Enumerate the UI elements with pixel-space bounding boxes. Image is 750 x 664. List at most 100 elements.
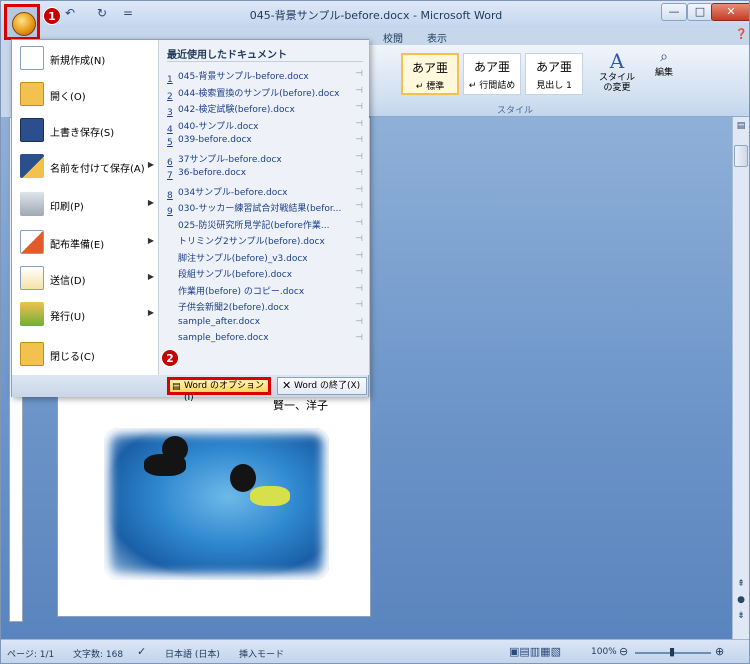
recent-document-name: トリミング2サンプル(before).docx: [178, 237, 325, 247]
pin-icon[interactable]: ⊣: [355, 284, 363, 294]
recent-document-item[interactable]: 作業用(before) のコピー.docx ⊣: [167, 284, 363, 300]
recent-document-item[interactable]: 025-防災研究所見学記(before作業... ⊣: [167, 218, 363, 234]
style-no-spacing[interactable]: あア亜 ↵ 行間詰め: [463, 53, 521, 95]
menu-item-save-as[interactable]: 名前を付けて保存(A) ▶: [16, 150, 156, 184]
recent-document-name: 37サンプル-before.docx: [178, 154, 282, 165]
edit-button[interactable]: ⌕ 編集: [649, 49, 679, 99]
pin-icon[interactable]: ⊣: [355, 300, 363, 310]
zoom-out-icon[interactable]: ⊖: [619, 645, 628, 658]
pin-icon[interactable]: ⊣: [355, 267, 363, 277]
style-heading-1[interactable]: あア亜 見出し 1: [525, 53, 583, 95]
recent-document-item[interactable]: 1 045-背景サンプル-before.docx ⊣: [167, 69, 363, 85]
recent-document-item[interactable]: 段組サンプル(before).docx ⊣: [167, 267, 363, 283]
exit-icon: ✕: [282, 379, 292, 392]
recent-document-item[interactable]: 2 044-検索置換のサンプル(before).docx ⊣: [167, 86, 363, 102]
status-bar: ページ: 1/1 文字数: 168 ✓ 日本語 (日本) 挿入モード ▣▤▥▦▧…: [1, 639, 749, 663]
title-bar: 045-背景サンプル-before.docx - Microsoft Word …: [1, 1, 749, 27]
menu-item-save[interactable]: 上書き保存(S): [16, 114, 156, 148]
menu-item-prepare[interactable]: 配布準備(E) ▶: [16, 226, 156, 260]
next-page-icon[interactable]: ⇟: [734, 611, 748, 625]
menu-item-close[interactable]: 閉じる(C): [16, 338, 156, 372]
browse-object-icon[interactable]: ●: [734, 595, 748, 609]
pin-icon[interactable]: ⊣: [355, 218, 363, 228]
zoom-level[interactable]: 100%: [591, 647, 617, 657]
office-button[interactable]: [4, 4, 40, 40]
word-count[interactable]: 文字数: 168: [73, 647, 123, 660]
pin-icon[interactable]: ⊣: [355, 317, 363, 327]
recent-document-item[interactable]: 5 039-before.docx ⊣: [167, 135, 363, 151]
exit-word-button[interactable]: ✕ Word の終了(X): [277, 377, 367, 395]
recent-documents-panel: 最近使用したドキュメント 1 045-背景サンプル-before.docx ⊣ 2 04…: [159, 40, 369, 375]
recent-document-item[interactable]: 4 040-サンプル.docx ⊣: [167, 119, 363, 135]
pin-icon[interactable]: ⊣: [355, 86, 363, 96]
recent-document-item[interactable]: 3 042-検定試験(before).docx ⊣: [167, 102, 363, 118]
change-styles-button[interactable]: A スタイルの変更: [595, 49, 639, 99]
recent-document-item[interactable]: 7 36-before.docx ⊣: [167, 168, 363, 184]
pin-icon[interactable]: ⊣: [355, 69, 363, 79]
help-icon[interactable]: ❓: [735, 29, 747, 40]
pin-icon[interactable]: ⊣: [355, 135, 363, 145]
pin-icon[interactable]: ⊣: [355, 185, 363, 195]
recent-document-name: sample_before.docx: [178, 333, 269, 343]
recent-document-item[interactable]: sample_before.docx ⊣: [167, 333, 363, 349]
zoom-thumb-icon[interactable]: ▮: [669, 645, 675, 658]
pin-icon[interactable]: ⊣: [355, 102, 363, 112]
menu-item-open[interactable]: 開く(O): [16, 78, 156, 112]
pin-icon[interactable]: ⊣: [355, 201, 363, 211]
maximize-button[interactable]: □: [687, 3, 713, 21]
recent-document-item[interactable]: トリミング2サンプル(before).docx ⊣: [167, 234, 363, 250]
pin-icon[interactable]: ⊣: [355, 119, 363, 129]
menu-item-print-label: 印刷(P): [50, 202, 84, 213]
menu-item-print[interactable]: 印刷(P) ▶: [16, 188, 156, 222]
office-menu-commands: 新規作成(N) 開く(O) 上書き保存(S) 名前を付けて保存(A) ▶ 印刷(…: [12, 40, 159, 375]
pin-icon[interactable]: ⊣: [355, 251, 363, 261]
recent-document-number: 3: [167, 108, 173, 118]
view-buttons-icon[interactable]: ▣▤▥▦▧: [509, 645, 561, 658]
redo-icon[interactable]: ↻: [97, 6, 107, 22]
office-logo-icon: [12, 12, 36, 36]
prev-page-icon[interactable]: ⇞: [734, 579, 748, 593]
ruler-toggle-icon[interactable]: ▤: [734, 121, 748, 135]
pin-icon[interactable]: ⊣: [355, 333, 363, 343]
save-as-icon: [20, 154, 44, 178]
zoom-in-icon[interactable]: ⊕: [715, 645, 724, 658]
customize-qat-icon[interactable]: =: [123, 6, 133, 22]
recent-document-item[interactable]: 6 37サンプル-before.docx ⊣: [167, 152, 363, 168]
word-options-button[interactable]: ▤ Word のオプション(I): [167, 377, 271, 403]
insert-mode[interactable]: 挿入モード: [239, 647, 284, 660]
undo-icon[interactable]: ↶: [65, 6, 75, 22]
recent-document-number: 2: [167, 91, 173, 102]
prepare-icon: [20, 230, 44, 254]
open-folder-icon: [20, 82, 44, 106]
style-normal[interactable]: あア亜 ↵ 標準: [401, 53, 459, 95]
page-count[interactable]: ページ: 1/1: [7, 647, 54, 660]
menu-item-send[interactable]: 送信(D) ▶: [16, 262, 156, 296]
proofing-icon[interactable]: ✓: [137, 645, 146, 658]
tab-review[interactable]: 校閲: [383, 30, 403, 45]
minimize-button[interactable]: —: [661, 3, 687, 21]
pin-icon[interactable]: ⊣: [355, 234, 363, 244]
pin-icon[interactable]: ⊣: [355, 168, 363, 178]
recent-document-item[interactable]: 子供会新聞2(before).docx ⊣: [167, 300, 363, 316]
recent-document-item[interactable]: 8 034サンプル-before.docx ⊣: [167, 185, 363, 201]
close-button[interactable]: ✕: [711, 3, 749, 21]
recent-document-item[interactable]: 脚注サンプル(before)_v3.docx ⊣: [167, 251, 363, 267]
recent-document-number: 8: [167, 190, 173, 201]
vertical-scrollbar[interactable]: ▤ ⇞ ● ⇟: [732, 117, 749, 639]
recent-document-item[interactable]: 9 030-サッカー練習試合対戦結果(befor... ⊣: [167, 201, 363, 217]
scroll-thumb[interactable]: [734, 145, 748, 167]
tab-view[interactable]: 表示: [427, 30, 447, 45]
style-normal-glyph: あア亜: [411, 61, 448, 75]
recent-document-name: 作業用(before) のコピー.docx: [178, 286, 305, 297]
word-window: 045-背景サンプル-before.docx - Microsoft Word …: [0, 0, 750, 664]
menu-item-publish[interactable]: 発行(U) ▶: [16, 298, 156, 332]
submenu-arrow-icon: ▶: [147, 236, 154, 245]
binoculars-icon: ⌕: [660, 49, 668, 65]
menu-item-new[interactable]: 新規作成(N): [16, 42, 156, 76]
styles-group-label: スタイル: [497, 106, 534, 116]
language-status[interactable]: 日本語 (日本): [165, 647, 220, 660]
pin-icon[interactable]: ⊣: [355, 152, 363, 162]
recent-document-number: 9: [167, 207, 173, 217]
recent-document-item[interactable]: sample_after.docx ⊣: [167, 317, 363, 333]
recent-document-name: 脚注サンプル(before)_v3.docx: [178, 253, 308, 264]
